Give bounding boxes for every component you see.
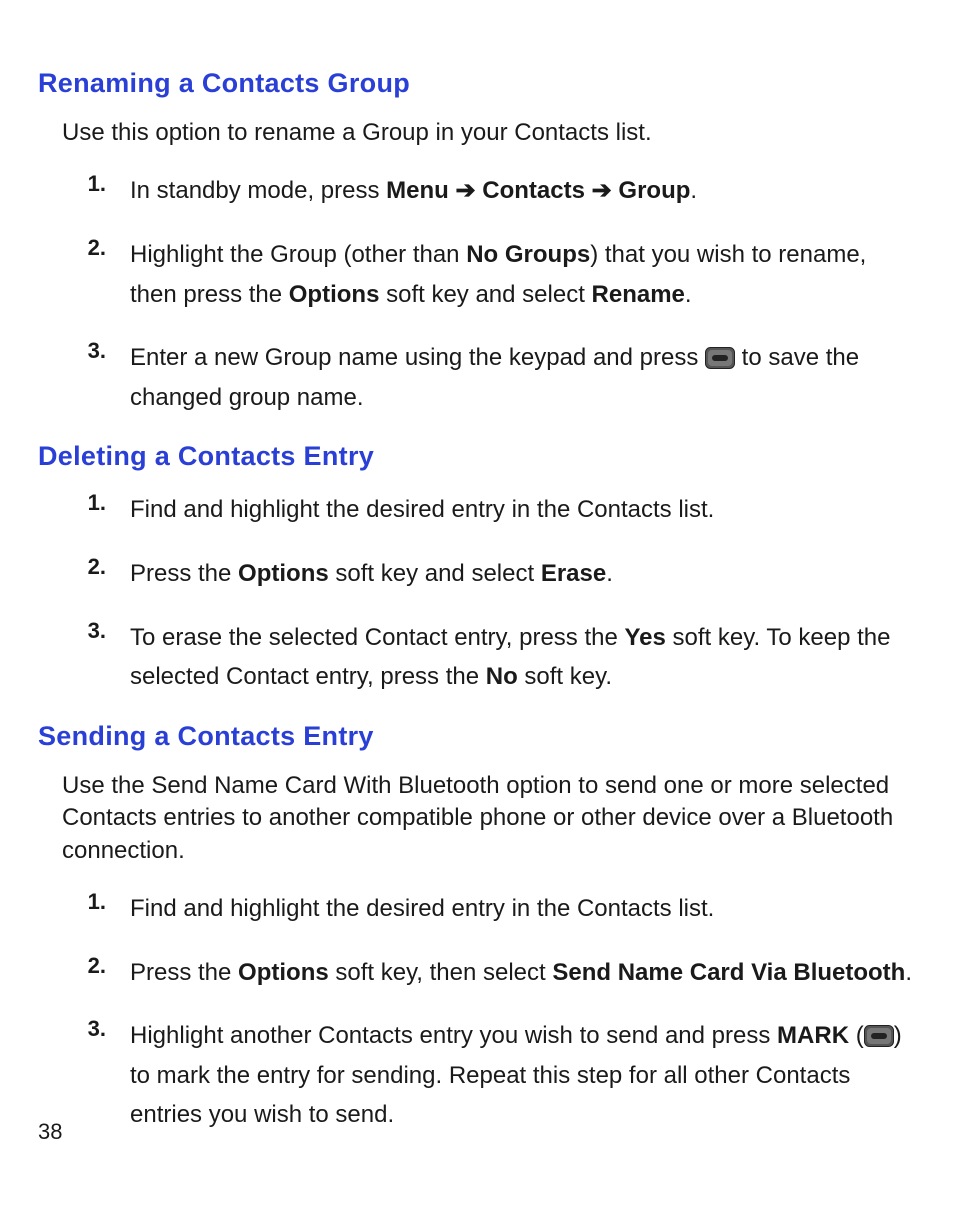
text-run: soft key and select: [379, 281, 591, 308]
text-run: Yes: [624, 624, 665, 651]
step-body: Press the Options soft key and select Er…: [130, 554, 916, 594]
step-body: Highlight another Contacts entry you wis…: [130, 1016, 916, 1135]
text-run: In standby mode, press: [130, 177, 386, 204]
text-run: Enter a new Group name using the keypad …: [130, 344, 705, 371]
step-list: 1.Find and highlight the desired entry i…: [78, 490, 916, 696]
text-run: [585, 177, 592, 204]
section-intro: Use the Send Name Card With Bluetooth op…: [62, 770, 916, 867]
text-run: Send Name Card Via Bluetooth: [552, 959, 905, 986]
text-run: soft key, then select: [329, 959, 553, 986]
step-item: 2.Highlight the Group (other than No Gro…: [78, 235, 916, 314]
text-run: Rename: [592, 281, 685, 308]
text-run: ➔: [592, 177, 612, 204]
ok-key-icon: [705, 342, 735, 364]
step-number: 3.: [78, 618, 130, 644]
text-run: To erase the selected Contact entry, pre…: [130, 624, 624, 651]
ok-key-icon: [864, 1020, 894, 1042]
text-run: (: [849, 1022, 864, 1049]
text-run: Find and highlight the desired entry in …: [130, 496, 714, 523]
section-heading: Renaming a Contacts Group: [38, 68, 916, 99]
text-run: .: [690, 177, 697, 204]
step-number: 2.: [78, 554, 130, 580]
step-body: Press the Options soft key, then select …: [130, 953, 916, 993]
step-body: Enter a new Group name using the keypad …: [130, 338, 916, 417]
text-run: Erase: [541, 560, 606, 587]
text-run: Contacts: [482, 177, 585, 204]
step-item: 1.Find and highlight the desired entry i…: [78, 490, 916, 530]
step-number: 1.: [78, 889, 130, 915]
step-body: In standby mode, press Menu ➔ Contacts ➔…: [130, 171, 916, 211]
section-heading: Sending a Contacts Entry: [38, 721, 916, 752]
step-item: 2.Press the Options soft key, then selec…: [78, 953, 916, 993]
section-heading: Deleting a Contacts Entry: [38, 441, 916, 472]
step-body: Find and highlight the desired entry in …: [130, 490, 916, 530]
step-list: 1.Find and highlight the desired entry i…: [78, 889, 916, 1135]
text-run: Options: [238, 560, 329, 587]
step-number: 2.: [78, 953, 130, 979]
text-run: Options: [238, 959, 329, 986]
step-body: Find and highlight the desired entry in …: [130, 889, 916, 929]
page-number: 38: [38, 1119, 62, 1145]
step-body: Highlight the Group (other than No Group…: [130, 235, 916, 314]
step-number: 3.: [78, 1016, 130, 1042]
text-run: .: [905, 959, 912, 986]
step-number: 1.: [78, 490, 130, 516]
step-item: 2.Press the Options soft key and select …: [78, 554, 916, 594]
text-run: ➔: [455, 177, 475, 204]
text-run: Highlight another Contacts entry you wis…: [130, 1022, 777, 1049]
text-run: soft key.: [518, 663, 612, 690]
step-item: 1.Find and highlight the desired entry i…: [78, 889, 916, 929]
text-run: Menu: [386, 177, 449, 204]
text-run: Options: [289, 281, 380, 308]
text-run: .: [685, 281, 692, 308]
step-item: 1.In standby mode, press Menu ➔ Contacts…: [78, 171, 916, 211]
step-body: To erase the selected Contact entry, pre…: [130, 618, 916, 697]
section-intro: Use this option to rename a Group in you…: [62, 117, 916, 149]
text-run: Press the: [130, 959, 238, 986]
text-run: Press the: [130, 560, 238, 587]
step-item: 3.Highlight another Contacts entry you w…: [78, 1016, 916, 1135]
step-list: 1.In standby mode, press Menu ➔ Contacts…: [78, 171, 916, 417]
text-run: No: [486, 663, 518, 690]
text-run: Find and highlight the desired entry in …: [130, 895, 714, 922]
step-item: 3.Enter a new Group name using the keypa…: [78, 338, 916, 417]
step-number: 2.: [78, 235, 130, 261]
text-run: Group: [618, 177, 690, 204]
text-run: soft key and select: [329, 560, 541, 587]
text-run: Highlight the Group (other than: [130, 241, 466, 268]
step-number: 1.: [78, 171, 130, 197]
text-run: No Groups: [466, 241, 590, 268]
text-run: MARK: [777, 1022, 849, 1049]
step-number: 3.: [78, 338, 130, 364]
step-item: 3.To erase the selected Contact entry, p…: [78, 618, 916, 697]
text-run: .: [606, 560, 613, 587]
